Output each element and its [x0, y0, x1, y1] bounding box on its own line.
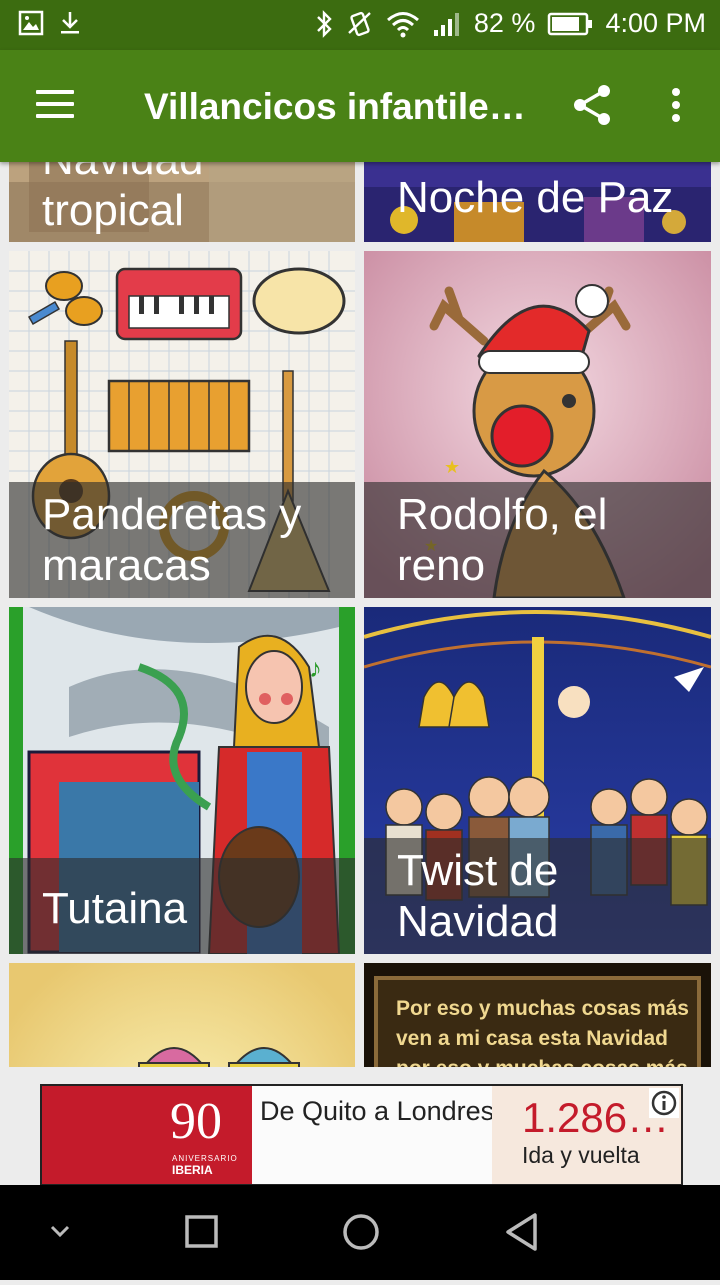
ad-container: 90 ANIVERSARIO IBERIA De Quito a Londres… [0, 1067, 720, 1186]
recents-icon[interactable] [180, 1185, 224, 1280]
battery-icon [547, 11, 593, 37]
ad-trip-type: Ida y vuelta [522, 1142, 640, 1168]
tile-title: Twist de Navidad [397, 846, 559, 946]
tile-image: Por eso y muchas cosas más ven a mi casa… [364, 963, 711, 1067]
more-vert-icon[interactable] [666, 86, 686, 131]
ad-anniversary-label: ANIVERSARIO [172, 1154, 238, 1163]
tile-title: Noche de Paz [397, 173, 674, 222]
tile-image [9, 963, 355, 1067]
tile-title: Navidadtropical [42, 162, 203, 235]
grid-item-navidad-tropical[interactable]: Navidadtropical [9, 162, 355, 242]
back-icon[interactable] [500, 1185, 544, 1280]
clock: 4:00 PM [605, 8, 706, 38]
image-text-line: ven a mi casa esta Navidad [396, 1027, 668, 1050]
navigation-bar [0, 1185, 720, 1280]
page-title: Villancicos infantile… [144, 86, 526, 127]
ad-route: De Quito a Londres [260, 1096, 495, 1126]
app-bar: Villancicos infantile… [0, 50, 720, 162]
download-icon [58, 10, 82, 36]
ad-info-icon[interactable] [649, 1088, 679, 1118]
grid-item-7[interactable] [9, 963, 355, 1067]
share-icon[interactable] [572, 84, 612, 131]
grid-item-twist-de-navidad[interactable]: Twist de Navidad [364, 607, 711, 954]
tile-title: Rodolfo, el reno [397, 490, 608, 590]
vibrate-icon [346, 9, 374, 39]
tile-title: Panderetas y maracas [42, 490, 302, 590]
signal-icon [432, 10, 462, 38]
status-bar: 82 % 4:00 PM [0, 0, 720, 50]
wifi-icon [386, 10, 420, 38]
gallery-icon [18, 10, 44, 36]
menu-icon[interactable] [36, 90, 76, 122]
image-text-line: Por eso y muchas cosas más [396, 997, 689, 1020]
bluetooth-icon [314, 9, 334, 39]
svg-text:♪: ♪ [309, 653, 322, 683]
image-text-line: por eso y muchas cosas más [396, 1057, 688, 1067]
grid-item-tutaina[interactable]: ♪ Tutaina [9, 607, 355, 954]
grid-item-noche-de-paz[interactable]: Noche de Paz [364, 162, 711, 242]
grid-item-panderetas-y-maracas[interactable]: Panderetas y maracas [9, 251, 355, 598]
battery-percent: 82 % [473, 8, 536, 38]
home-icon[interactable] [338, 1185, 384, 1280]
grid-item-8[interactable]: Por eso y muchas cosas más ven a mi casa… [364, 963, 711, 1067]
svg-text:★: ★ [444, 457, 460, 477]
song-grid: Navidadtropical Noche de Paz [0, 162, 720, 1067]
ad-price: 1.286… [522, 1094, 670, 1141]
ad-logo-number: 90 [170, 1093, 222, 1150]
tile-title: Tutaina [42, 884, 188, 933]
ad-banner[interactable]: 90 ANIVERSARIO IBERIA De Quito a Londres… [40, 1084, 683, 1186]
grid-item-rodolfo-el-reno[interactable]: ★ ★ Rodolfo, elreno [364, 251, 711, 598]
hide-nav-icon[interactable] [40, 1185, 80, 1280]
ad-brand-name: IBERIA [172, 1163, 213, 1177]
